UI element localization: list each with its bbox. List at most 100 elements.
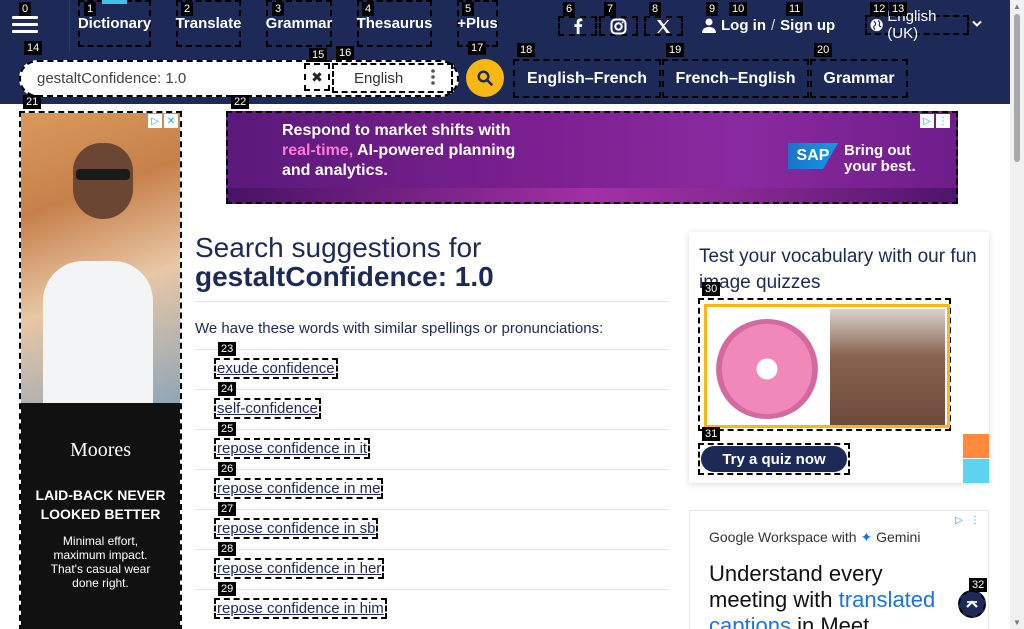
user-icon bbox=[702, 18, 716, 33]
index-badge: 6 bbox=[563, 2, 576, 16]
index-badge: 9 bbox=[706, 2, 719, 16]
scroll-up-icon[interactable]: ▲ bbox=[1013, 2, 1021, 11]
instagram-icon[interactable] bbox=[599, 16, 638, 36]
side-tab-blue[interactable] bbox=[963, 459, 989, 483]
ad-choices-icon[interactable]: ▷ ⋮ bbox=[952, 513, 982, 527]
scroll-down-icon[interactable]: ▼ bbox=[1013, 618, 1021, 627]
bottom-advertisement[interactable]: Google Workspace with ✦ Gemini Understan… bbox=[689, 510, 989, 629]
english-french-link[interactable]: English–French bbox=[513, 59, 661, 98]
index-badge: 30 bbox=[702, 282, 721, 296]
index-badge: 2 bbox=[181, 2, 194, 16]
page-title-prefix: Search suggestions for bbox=[195, 232, 482, 263]
index-badge: 4 bbox=[362, 2, 375, 16]
index-badge: 13 bbox=[889, 2, 908, 16]
index-badge: 11 bbox=[786, 2, 804, 16]
sap-logo: SAP bbox=[788, 143, 838, 169]
divider bbox=[195, 509, 669, 510]
index-badge: 14 bbox=[24, 41, 43, 55]
try-quiz-button[interactable]: Try a quiz now bbox=[698, 443, 850, 475]
divider bbox=[195, 469, 669, 470]
index-badge: 28 bbox=[218, 542, 237, 556]
divider bbox=[195, 389, 669, 390]
index-badge: 5 bbox=[462, 2, 475, 16]
index-badge: 32 bbox=[969, 578, 988, 592]
suggestion-link[interactable]: repose confidence in me bbox=[214, 478, 384, 499]
page-title-term: gestaltConfidence: 1.0 bbox=[195, 261, 494, 292]
quiz-image-link[interactable] bbox=[698, 298, 951, 431]
page-scrollbar[interactable]: ▲ ▼ bbox=[1010, 0, 1024, 629]
index-badge: 1 bbox=[84, 2, 97, 16]
clear-search-icon[interactable]: ✖ bbox=[304, 63, 330, 91]
suggestions-intro: We have these words with similar spellin… bbox=[195, 320, 604, 337]
ad-choices-icon[interactable]: ▷ ⋮ bbox=[920, 114, 950, 128]
ad-choices-icon[interactable]: ▷ ✕ bbox=[148, 114, 178, 128]
search-button[interactable] bbox=[466, 59, 504, 97]
ad-message: Respond to market shifts with real-time,… bbox=[282, 122, 516, 179]
grammar-link[interactable]: Grammar bbox=[810, 59, 908, 98]
donut-image bbox=[709, 309, 824, 425]
divider bbox=[195, 429, 669, 430]
x-twitter-icon[interactable] bbox=[644, 16, 683, 36]
search-input-value: gestaltConfidence: 1.0 bbox=[37, 70, 187, 87]
divider bbox=[195, 301, 669, 302]
index-badge: 29 bbox=[218, 582, 237, 596]
index-badge: 19 bbox=[666, 43, 685, 57]
quiz-title: Test your vocabulary with our fun image … bbox=[699, 246, 977, 293]
french-english-link[interactable]: French–English bbox=[662, 59, 809, 98]
language-selector[interactable]: English (UK) bbox=[865, 8, 969, 42]
divider bbox=[195, 589, 669, 590]
index-badge: 7 bbox=[604, 2, 617, 16]
divider bbox=[195, 349, 669, 350]
ad-brand: Google Workspace with ✦ Gemini bbox=[709, 529, 921, 545]
index-badge: 25 bbox=[218, 422, 237, 436]
ad-photo: ▷ ✕ bbox=[21, 113, 180, 403]
suggestion-link[interactable]: repose confidence in him bbox=[214, 598, 387, 619]
signup-link[interactable]: Sign up bbox=[780, 17, 835, 34]
login-separator: / bbox=[771, 16, 776, 34]
dictionary-selector-value: English bbox=[354, 69, 404, 87]
index-badge: 12 bbox=[870, 2, 889, 16]
login-signup: Log in / Sign up bbox=[702, 15, 835, 35]
suggestion-link[interactable]: repose confidence in it bbox=[214, 438, 371, 459]
nav-divider bbox=[69, 0, 70, 52]
index-badge: 31 bbox=[702, 427, 721, 441]
back-to-top-icon[interactable] bbox=[958, 590, 986, 618]
scrollbar-thumb[interactable] bbox=[1014, 14, 1020, 162]
top-banner-advertisement[interactable]: Respond to market shifts with real-time,… bbox=[226, 111, 958, 204]
login-link[interactable]: Log in bbox=[721, 17, 766, 34]
left-advertisement[interactable]: ▷ ✕ Moores LAID-BACK NEVER LOOKED BETTER … bbox=[19, 111, 182, 629]
index-badge: 15 bbox=[309, 48, 328, 62]
search-icon bbox=[477, 70, 493, 86]
index-badge: 27 bbox=[218, 502, 237, 516]
ad-slogan: Bring out your best. bbox=[844, 142, 916, 175]
index-badge: 3 bbox=[272, 2, 285, 16]
index-badge: 0 bbox=[19, 2, 32, 16]
chevron-down-icon[interactable] bbox=[972, 17, 982, 31]
globe-icon bbox=[870, 18, 883, 32]
suggestion-link[interactable]: exude confidence bbox=[214, 358, 338, 379]
index-badge: 23 bbox=[218, 342, 237, 356]
ad-brand: Moores bbox=[69, 439, 132, 461]
ad-tagline: LAID-BACK NEVER LOOKED BETTER bbox=[35, 487, 166, 522]
suggestion-link[interactable]: self-confidence bbox=[214, 398, 321, 419]
dictionary-selector[interactable]: English bbox=[332, 63, 453, 93]
index-badge: 17 bbox=[468, 41, 487, 55]
index-badge: 8 bbox=[649, 2, 662, 16]
index-badge: 22 bbox=[231, 95, 250, 109]
top-navigation-bar bbox=[0, 0, 1010, 52]
suggestion-link[interactable]: repose confidence in her bbox=[214, 558, 385, 579]
index-badge: 24 bbox=[218, 382, 237, 396]
index-badge: 16 bbox=[336, 46, 355, 60]
index-badge: 10 bbox=[729, 2, 748, 16]
facebook-icon[interactable] bbox=[558, 16, 597, 36]
quiz-card: Test your vocabulary with our fun image … bbox=[689, 232, 989, 483]
suggestion-link[interactable]: repose confidence in sb bbox=[214, 518, 379, 539]
index-badge: 18 bbox=[517, 43, 536, 57]
ad-headline: Understand every meeting with translated… bbox=[709, 561, 936, 629]
milkshake-image bbox=[829, 309, 945, 425]
more-options-icon bbox=[431, 69, 435, 85]
side-tab-orange[interactable] bbox=[963, 434, 989, 458]
divider bbox=[195, 549, 669, 550]
index-badge: 26 bbox=[218, 462, 237, 476]
index-badge: 21 bbox=[23, 95, 42, 109]
